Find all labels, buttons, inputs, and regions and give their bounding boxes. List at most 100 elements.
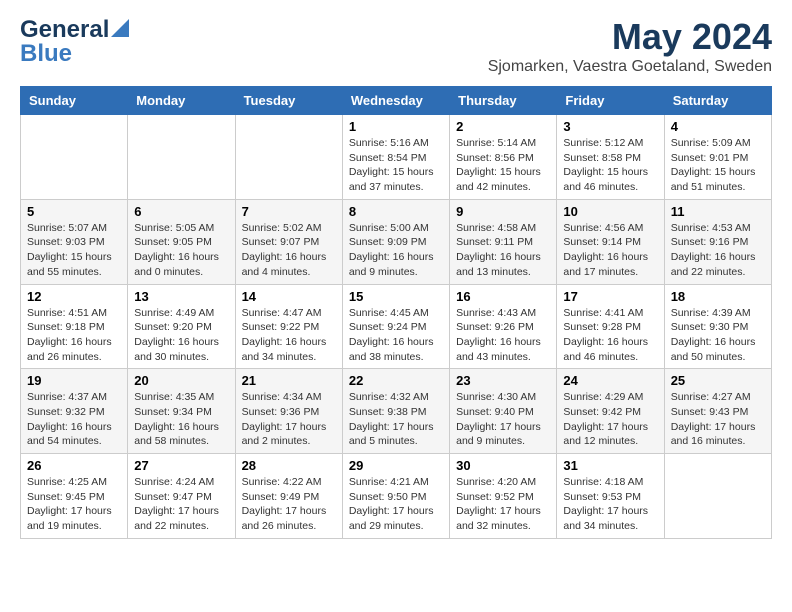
table-row bbox=[664, 454, 771, 539]
table-row: 9Sunrise: 4:58 AM Sunset: 9:11 PM Daylig… bbox=[450, 199, 557, 284]
calendar-table: Sunday Monday Tuesday Wednesday Thursday… bbox=[20, 86, 772, 539]
logo: General Blue bbox=[20, 16, 129, 68]
table-row bbox=[128, 115, 235, 200]
day-info: Sunrise: 5:07 AM Sunset: 9:03 PM Dayligh… bbox=[27, 221, 121, 280]
day-info: Sunrise: 5:16 AM Sunset: 8:54 PM Dayligh… bbox=[349, 136, 443, 195]
day-number: 21 bbox=[242, 373, 336, 388]
header-tuesday: Tuesday bbox=[235, 87, 342, 115]
day-number: 22 bbox=[349, 373, 443, 388]
day-number: 18 bbox=[671, 289, 765, 304]
day-number: 5 bbox=[27, 204, 121, 219]
table-row: 2 Sunrise: 5:14 AM Sunset: 8:56 PM Daylig… bbox=[450, 115, 557, 200]
day-number: 24 bbox=[563, 373, 657, 388]
day-number: 10 bbox=[563, 204, 657, 219]
calendar-week-row: 5 Sunrise: 5:07 AM Sunset: 9:03 PM Daylig… bbox=[21, 199, 772, 284]
table-row: 26Sunrise: 4:25 AM Sunset: 9:45 PM Dayli… bbox=[21, 454, 128, 539]
table-row: 7 Sunrise: 5:02 AM Sunset: 9:07 PM Daylig… bbox=[235, 199, 342, 284]
table-row: 22 Sunrise: 4:32 AM Sunset: 9:38 PM Dayli… bbox=[342, 369, 449, 454]
day-info: Sunrise: 4:24 AM Sunset: 9:47 PM Dayligh… bbox=[134, 475, 228, 534]
day-number: 7 bbox=[242, 204, 336, 219]
day-number: 9 bbox=[456, 204, 550, 219]
table-row: 28Sunrise: 4:22 AM Sunset: 9:49 PM Dayli… bbox=[235, 454, 342, 539]
table-row: 8 Sunrise: 5:00 AM Sunset: 9:09 PM Daylig… bbox=[342, 199, 449, 284]
day-number: 1 bbox=[349, 119, 443, 134]
day-number: 15 bbox=[349, 289, 443, 304]
table-row: 1 Sunrise: 5:16 AM Sunset: 8:54 PM Daylig… bbox=[342, 115, 449, 200]
table-row: 14 Sunrise: 4:47 AM Sunset: 9:22 PM Dayli… bbox=[235, 284, 342, 369]
day-number: 30 bbox=[456, 458, 550, 473]
header-saturday: Saturday bbox=[664, 87, 771, 115]
day-info: Sunrise: 4:32 AM Sunset: 9:38 PM Dayligh… bbox=[349, 390, 443, 449]
logo-triangle-icon bbox=[111, 19, 129, 37]
table-row: 11 Sunrise: 4:53 AM Sunset: 9:16 PM Dayli… bbox=[664, 199, 771, 284]
day-info: Sunrise: 4:47 AM Sunset: 9:22 PM Dayligh… bbox=[242, 306, 336, 365]
table-row: 12Sunrise: 4:51 AM Sunset: 9:18 PM Dayli… bbox=[21, 284, 128, 369]
day-info: Sunrise: 4:29 AM Sunset: 9:42 PM Dayligh… bbox=[563, 390, 657, 449]
day-info: Sunrise: 4:49 AM Sunset: 9:20 PM Dayligh… bbox=[134, 306, 228, 365]
day-number: 14 bbox=[242, 289, 336, 304]
day-info: Sunrise: 4:37 AM Sunset: 9:32 PM Dayligh… bbox=[27, 390, 121, 449]
day-info: Sunrise: 5:02 AM Sunset: 9:07 PM Dayligh… bbox=[242, 221, 336, 280]
day-info: Sunrise: 5:09 AM Sunset: 9:01 PM Dayligh… bbox=[671, 136, 765, 195]
header-wednesday: Wednesday bbox=[342, 87, 449, 115]
subtitle: Sjomarken, Vaestra Goetaland, Sweden bbox=[488, 58, 772, 76]
table-row: 21 Sunrise: 4:34 AM Sunset: 9:36 PM Dayli… bbox=[235, 369, 342, 454]
table-row: 19 Sunrise: 4:37 AM Sunset: 9:32 PM Dayli… bbox=[21, 369, 128, 454]
day-info: Sunrise: 5:00 AM Sunset: 9:09 PM Dayligh… bbox=[349, 221, 443, 280]
header-thursday: Thursday bbox=[450, 87, 557, 115]
table-row bbox=[235, 115, 342, 200]
day-info: Sunrise: 5:14 AM Sunset: 8:56 PM Dayligh… bbox=[456, 136, 550, 195]
day-info: Sunrise: 4:41 AM Sunset: 9:28 PM Dayligh… bbox=[563, 306, 657, 365]
day-info: Sunrise: 4:56 AM Sunset: 9:14 PM Dayligh… bbox=[563, 221, 657, 280]
day-number: 4 bbox=[671, 119, 765, 134]
day-info: Sunrise: 4:34 AM Sunset: 9:36 PM Dayligh… bbox=[242, 390, 336, 449]
table-row: 20 Sunrise: 4:35 AM Sunset: 9:34 PM Dayli… bbox=[128, 369, 235, 454]
calendar-header-row: Sunday Monday Tuesday Wednesday Thursday… bbox=[21, 87, 772, 115]
day-info: Sunrise: 4:35 AM Sunset: 9:34 PM Dayligh… bbox=[134, 390, 228, 449]
day-info: Sunrise: 5:12 AM Sunset: 8:58 PM Dayligh… bbox=[563, 136, 657, 195]
table-row: 5 Sunrise: 5:07 AM Sunset: 9:03 PM Daylig… bbox=[21, 199, 128, 284]
day-number: 19 bbox=[27, 373, 121, 388]
calendar-week-row: 19 Sunrise: 4:37 AM Sunset: 9:32 PM Dayli… bbox=[21, 369, 772, 454]
title-block: May 2024 Sjomarken, Vaestra Goetaland, S… bbox=[488, 16, 772, 76]
table-row: 31Sunrise: 4:18 AM Sunset: 9:53 PM Dayli… bbox=[557, 454, 664, 539]
day-number: 16 bbox=[456, 289, 550, 304]
table-row: 17 Sunrise: 4:41 AM Sunset: 9:28 PM Dayli… bbox=[557, 284, 664, 369]
day-number: 8 bbox=[349, 204, 443, 219]
day-number: 2 bbox=[456, 119, 550, 134]
header-sunday: Sunday bbox=[21, 87, 128, 115]
day-info: Sunrise: 5:05 AM Sunset: 9:05 PM Dayligh… bbox=[134, 221, 228, 280]
table-row: 10 Sunrise: 4:56 AM Sunset: 9:14 PM Dayli… bbox=[557, 199, 664, 284]
day-info: Sunrise: 4:21 AM Sunset: 9:50 PM Dayligh… bbox=[349, 475, 443, 534]
day-number: 23 bbox=[456, 373, 550, 388]
table-row: 3 Sunrise: 5:12 AM Sunset: 8:58 PM Daylig… bbox=[557, 115, 664, 200]
day-number: 6 bbox=[134, 204, 228, 219]
day-number: 27 bbox=[134, 458, 228, 473]
header-friday: Friday bbox=[557, 87, 664, 115]
page-container: General Blue May 2024 Sjomarken, Vaestra… bbox=[0, 0, 792, 555]
day-number: 11 bbox=[671, 204, 765, 219]
day-info: Sunrise: 4:30 AM Sunset: 9:40 PM Dayligh… bbox=[456, 390, 550, 449]
day-number: 28 bbox=[242, 458, 336, 473]
day-info: Sunrise: 4:27 AM Sunset: 9:43 PM Dayligh… bbox=[671, 390, 765, 449]
table-row: 13Sunrise: 4:49 AM Sunset: 9:20 PM Dayli… bbox=[128, 284, 235, 369]
day-number: 25 bbox=[671, 373, 765, 388]
table-row: 30 Sunrise: 4:20 AM Sunset: 9:52 PM Dayli… bbox=[450, 454, 557, 539]
day-number: 20 bbox=[134, 373, 228, 388]
header-monday: Monday bbox=[128, 87, 235, 115]
day-info: Sunrise: 4:20 AM Sunset: 9:52 PM Dayligh… bbox=[456, 475, 550, 534]
calendar-week-row: 26Sunrise: 4:25 AM Sunset: 9:45 PM Dayli… bbox=[21, 454, 772, 539]
table-row: 4 Sunrise: 5:09 AM Sunset: 9:01 PM Daylig… bbox=[664, 115, 771, 200]
day-info: Sunrise: 4:39 AM Sunset: 9:30 PM Dayligh… bbox=[671, 306, 765, 365]
day-number: 3 bbox=[563, 119, 657, 134]
table-row: 25 Sunrise: 4:27 AM Sunset: 9:43 PM Dayli… bbox=[664, 369, 771, 454]
day-number: 17 bbox=[563, 289, 657, 304]
day-info: Sunrise: 4:43 AM Sunset: 9:26 PM Dayligh… bbox=[456, 306, 550, 365]
day-info: Sunrise: 4:51 AM Sunset: 9:18 PM Dayligh… bbox=[27, 306, 121, 365]
day-info: Sunrise: 4:53 AM Sunset: 9:16 PM Dayligh… bbox=[671, 221, 765, 280]
table-row: 27 Sunrise: 4:24 AM Sunset: 9:47 PM Dayli… bbox=[128, 454, 235, 539]
day-number: 26 bbox=[27, 458, 121, 473]
table-row: 15Sunrise: 4:45 AM Sunset: 9:24 PM Dayli… bbox=[342, 284, 449, 369]
table-row: 16 Sunrise: 4:43 AM Sunset: 9:26 PM Dayli… bbox=[450, 284, 557, 369]
day-number: 31 bbox=[563, 458, 657, 473]
